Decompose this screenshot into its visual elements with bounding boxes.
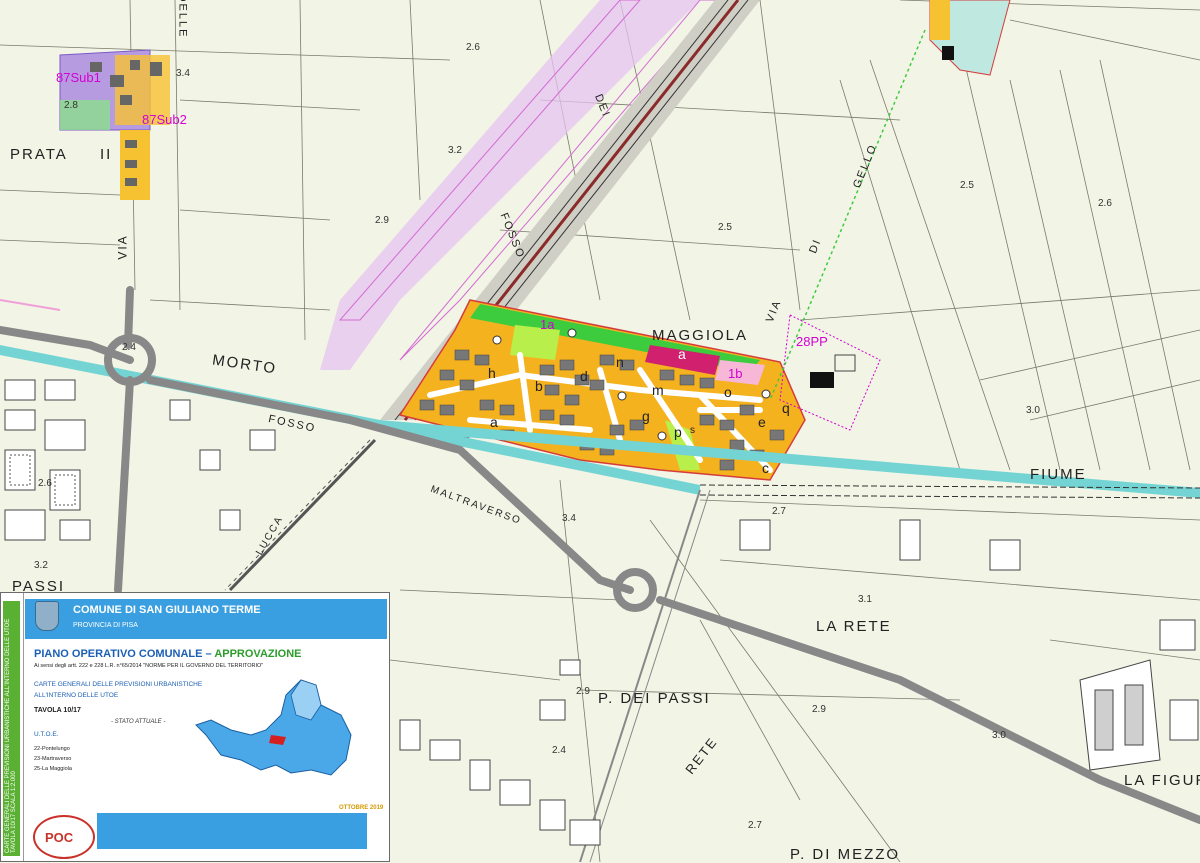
piano-title: PIANO OPERATIVO COMUNALE – APPROVAZIONE [34, 648, 302, 660]
ai-sensi-text: Ai sensi degli artt. 222 e 228 L.R. n°65… [34, 663, 264, 669]
elevation-mark: 2.9 [375, 215, 389, 226]
lot-o: o [724, 384, 732, 400]
utoe-item: 22-Pontelungo [34, 746, 70, 752]
lot-s: s [690, 425, 695, 436]
label-prata: PRATA [10, 146, 68, 163]
date-label: OTTOBRE 2019 [339, 805, 384, 811]
elevation-mark: 2.5 [960, 180, 974, 191]
label-fiume: FIUME [1030, 466, 1087, 483]
utoe-title: U.T.O.E. [34, 731, 59, 738]
label-la-figur: LA FIGUR [1124, 772, 1200, 789]
approvazione-label: APPROVAZIONE [214, 648, 302, 660]
zone-87sub1: 87Sub1 [56, 70, 101, 85]
elevation-mark: 2.8 [64, 100, 78, 111]
sidebar-text: CARTE GENERALI DELLE PREVISIONI URBANIST… [5, 618, 17, 853]
lot-b: b [535, 378, 543, 394]
title-block-sidebar: CARTE GENERALI DELLE PREVISIONI URBANIST… [1, 593, 24, 861]
elevation-mark: 3.0 [992, 730, 1006, 741]
label-prata-ii: II [100, 146, 113, 163]
credits-panel [97, 813, 367, 849]
tavola-label: TAVOLA 10/17 [34, 707, 81, 714]
poc-logo: POC [33, 815, 95, 859]
elevation-mark: 3.1 [858, 594, 872, 605]
lot-g: g [642, 408, 650, 424]
elevation-mark: 2.9 [576, 686, 590, 697]
utoe-item: 25-La Maggiola [34, 766, 72, 772]
lot-e: e [758, 414, 766, 430]
elevation-mark: 2.4 [552, 745, 566, 756]
lot-d: d [580, 368, 588, 384]
stato-label: - STATO ATTUALE - [111, 719, 166, 725]
lot-q: q [782, 400, 790, 416]
elevation-mark: 2.7 [772, 506, 786, 517]
title-block: CARTE GENERALI DELLE PREVISIONI URBANIST… [0, 592, 390, 862]
piano-label: PIANO OPERATIVO COMUNALE – [34, 648, 212, 660]
lot-n: n [616, 354, 624, 370]
comune-title: COMUNE DI SAN GIULIANO TERME [73, 604, 261, 616]
label-maggiola: MAGGIOLA [652, 327, 749, 344]
elevation-mark: 3.4 [562, 513, 576, 524]
poc-logo-text: POC [45, 830, 74, 845]
elevation-mark: 3.4 [176, 68, 190, 79]
elevation-mark: 3.2 [448, 145, 462, 156]
lot-m: m [652, 382, 664, 398]
elevation-mark: 2.6 [38, 478, 52, 489]
label-via-left: VIA [115, 234, 130, 260]
elevation-mark: 2.5 [718, 222, 732, 233]
elevation-mark: 3.2 [34, 560, 48, 571]
inset-territory-map [195, 679, 352, 776]
label-delle: DELLE [176, 0, 189, 39]
zone-87sub2: 87Sub2 [142, 112, 187, 127]
lot-c: c [762, 460, 769, 476]
lot-a-pink: a [678, 346, 686, 362]
label-la-rete: LA RETE [816, 618, 892, 635]
label-p-di-mezzo: P. DI MEZZO [790, 846, 901, 863]
utoe-item: 23-Martraverso [34, 756, 72, 762]
zone-28pp: 28PP [796, 334, 828, 349]
lot-p: p [674, 424, 682, 440]
elevation-mark: 2.9 [812, 704, 826, 715]
elevation-mark: 2.7 [748, 820, 762, 831]
lot-a-left: a [490, 414, 498, 430]
elevation-mark: 3.0 [1026, 405, 1040, 416]
coat-of-arms-icon [35, 601, 59, 631]
zone-1b: 1b [728, 366, 743, 381]
elevation-mark: 2.4 [122, 342, 136, 353]
elevation-mark: 2.6 [466, 42, 480, 53]
label-p-dei-passi: P. DEI PASSI [598, 690, 711, 707]
zone-1a: 1a [540, 317, 555, 332]
utoe-list: 22-Pontelungo 23-Martraverso 25-La Maggi… [34, 744, 72, 774]
provincia-subtitle: PROVINCIA DI PISA [73, 622, 138, 629]
lot-h: h [488, 365, 496, 381]
elevation-mark: 2.6 [1098, 198, 1112, 209]
